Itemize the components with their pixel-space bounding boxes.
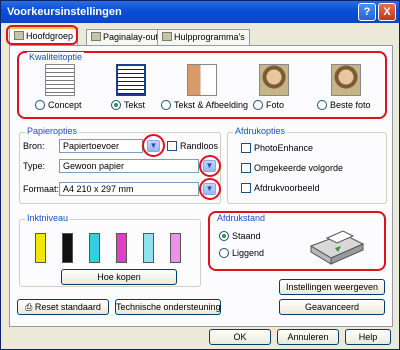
radio-indicator bbox=[317, 100, 327, 110]
type-select[interactable]: Gewoon papier bbox=[59, 159, 199, 173]
formaat-label: Formaat: bbox=[23, 184, 60, 194]
radio-indicator bbox=[219, 231, 229, 241]
ok-button[interactable]: OK bbox=[209, 329, 271, 345]
button-label: Reset standaard bbox=[34, 302, 101, 312]
radio-indicator bbox=[219, 248, 229, 258]
omgekeerde-volgorde-checkbox[interactable]: Omgekeerde volgorde bbox=[241, 163, 343, 173]
annuleren-button[interactable]: Annuleren bbox=[277, 329, 339, 345]
radio-staand[interactable]: Staand bbox=[219, 231, 261, 241]
bron-dropdown-highlight bbox=[142, 134, 165, 157]
geavanceerd-button[interactable]: Geavanceerd bbox=[279, 299, 385, 315]
radio-beste-foto[interactable]: Beste foto bbox=[317, 100, 371, 110]
printer-orientation-icon bbox=[309, 230, 365, 265]
radio-tekst-afbeelding[interactable]: Tekst & Afbeelding bbox=[161, 100, 248, 110]
radio-label: Tekst bbox=[124, 100, 146, 110]
radio-indicator bbox=[35, 100, 45, 110]
radio-liggend[interactable]: Liggend bbox=[219, 248, 264, 258]
randloos-checkbox[interactable]: Randloos bbox=[167, 141, 218, 151]
hoe-kopen-button[interactable]: Hoe kopen bbox=[61, 269, 177, 285]
paper-group-title: Papieropties bbox=[25, 126, 80, 136]
formaat-select[interactable]: A4 210 x 297 mm bbox=[59, 182, 199, 196]
tab-label: Paginalay-out bbox=[103, 32, 159, 42]
ink-cartridge bbox=[89, 233, 100, 263]
preferences-dialog: Voorkeursinstellingen ? X Hoofdgroep Pag… bbox=[0, 0, 400, 350]
type-dropdown-highlight bbox=[199, 155, 221, 177]
ink-cartridge bbox=[170, 233, 181, 263]
title-bar: Voorkeursinstellingen ? X bbox=[1, 1, 399, 23]
tab-highlight bbox=[6, 25, 78, 45]
radio-label: Concept bbox=[48, 100, 82, 110]
checkbox-label: Randloos bbox=[180, 141, 219, 151]
reset-standaard-button[interactable]: ⎙ Reset standaard bbox=[17, 299, 109, 315]
orientation-group-title: Afdrukstand bbox=[215, 213, 268, 223]
technische-ondersteuning-button[interactable]: Technische ondersteuning bbox=[115, 299, 221, 315]
radio-indicator bbox=[111, 100, 121, 110]
tab-paginalay-out[interactable]: Paginalay-out bbox=[86, 29, 164, 45]
checkbox-indicator bbox=[167, 141, 177, 151]
instellingen-weergeven-button[interactable]: Instellingen weergeven bbox=[279, 279, 385, 295]
ink-group-title: Inktniveau bbox=[25, 213, 71, 223]
help-title-button[interactable]: ? bbox=[358, 3, 376, 21]
close-title-button[interactable]: X bbox=[378, 3, 396, 21]
reset-icon: ⎙ bbox=[25, 302, 35, 312]
ink-cartridge bbox=[35, 233, 46, 263]
beste-foto-preview-icon bbox=[331, 64, 361, 96]
radio-label: Beste foto bbox=[330, 100, 371, 110]
quality-group-title: Kwaliteitoptie bbox=[27, 52, 85, 62]
radio-foto[interactable]: Foto bbox=[253, 100, 284, 110]
type-label: Type: bbox=[23, 161, 46, 171]
checkbox-indicator bbox=[241, 163, 251, 173]
radio-label: Tekst & Afbeelding bbox=[174, 100, 249, 110]
ink-cartridge bbox=[143, 233, 154, 263]
foto-preview-icon bbox=[259, 64, 289, 96]
checkbox-label: Afdrukvoorbeeld bbox=[254, 183, 320, 193]
tab-label: Hulpprogramma's bbox=[174, 32, 245, 42]
tekst-afbeelding-preview-icon bbox=[187, 64, 217, 96]
tools-icon bbox=[162, 32, 172, 41]
radio-tekst[interactable]: Tekst bbox=[111, 100, 145, 110]
print-options-group-title: Afdrukopties bbox=[233, 126, 288, 136]
checkbox-label: PhotoEnhance bbox=[254, 143, 314, 153]
formaat-dropdown-highlight bbox=[199, 178, 221, 200]
checkbox-indicator bbox=[241, 143, 251, 153]
ink-cartridge bbox=[62, 233, 73, 263]
radio-label: Foto bbox=[266, 100, 285, 110]
radio-indicator bbox=[161, 100, 171, 110]
tab-hulpprogrammas[interactable]: Hulpprogramma's bbox=[157, 29, 250, 45]
radio-indicator bbox=[253, 100, 263, 110]
radio-concept[interactable]: Concept bbox=[35, 100, 82, 110]
radio-label: Liggend bbox=[232, 248, 265, 258]
photoenhance-checkbox[interactable]: PhotoEnhance bbox=[241, 143, 313, 153]
help-button[interactable]: Help bbox=[345, 329, 391, 345]
bron-select[interactable]: Papiertoevoer bbox=[59, 139, 143, 153]
concept-preview-icon bbox=[45, 64, 75, 96]
bron-label: Bron: bbox=[23, 141, 45, 151]
radio-label: Staand bbox=[232, 231, 261, 241]
checkbox-label: Omgekeerde volgorde bbox=[254, 163, 344, 173]
tekst-preview-icon bbox=[116, 64, 146, 96]
ink-cartridge bbox=[116, 233, 127, 263]
afdrukvoorbeeld-checkbox[interactable]: Afdrukvoorbeeld bbox=[241, 183, 320, 193]
checkbox-indicator bbox=[241, 183, 251, 193]
window-title: Voorkeursinstellingen bbox=[7, 6, 122, 18]
page-layout-icon bbox=[91, 32, 101, 41]
